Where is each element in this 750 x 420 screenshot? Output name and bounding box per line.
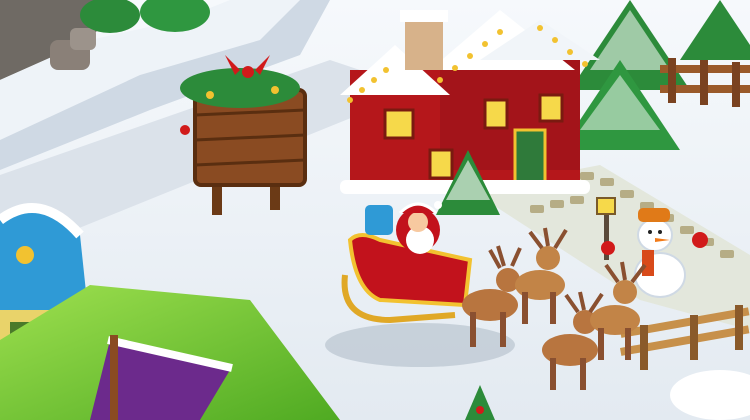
star-icon [16,246,34,264]
game-scene [0,0,750,420]
game-canvas [0,0,750,420]
rock-icon [70,28,96,50]
gift-icon [365,205,393,235]
fence-icon[interactable] [660,58,750,107]
sleigh-shadow [325,323,515,367]
